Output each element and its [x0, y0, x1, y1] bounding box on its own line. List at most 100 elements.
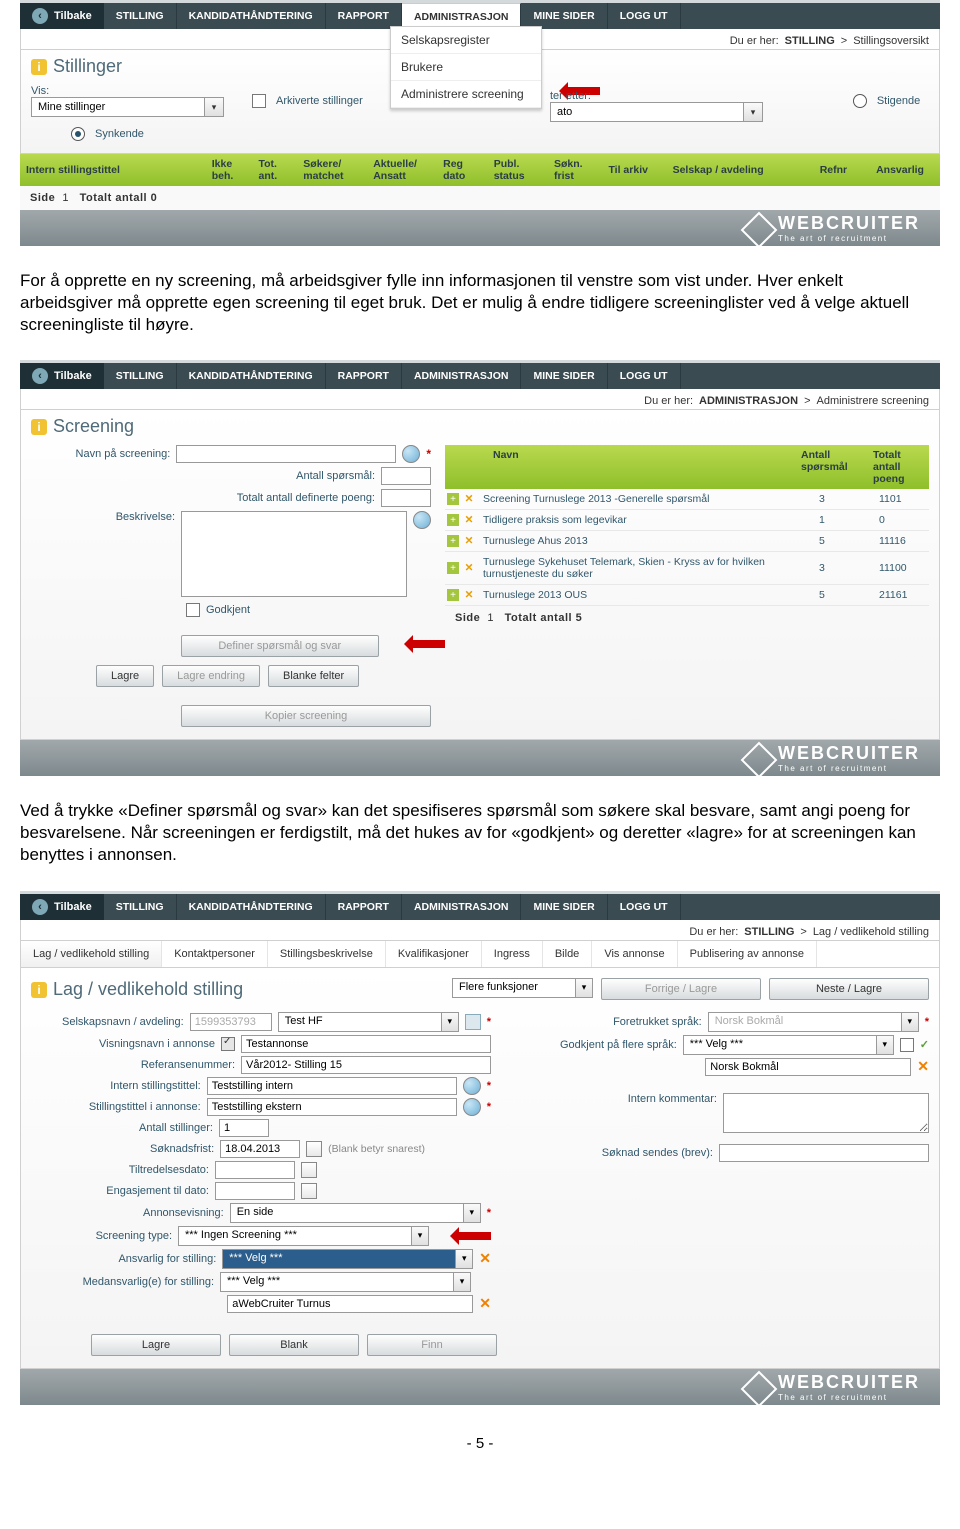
paragraph-2: Ved å trykke «Definer spørsmål og svar» … — [20, 800, 940, 866]
back-button-2[interactable]: ‹ Tilbake — [20, 363, 104, 389]
subtab-kontakt[interactable]: Kontaktpersoner — [162, 941, 268, 967]
definer-button[interactable]: Definer spørsmål og svar — [181, 635, 379, 657]
stigende-radio[interactable] — [853, 94, 867, 108]
tree-icon[interactable] — [465, 1014, 481, 1030]
delete-icon[interactable]: ✕ — [463, 589, 475, 601]
calendar-icon[interactable] — [301, 1162, 317, 1178]
synkende-radio[interactable] — [71, 127, 85, 141]
screening-type-select[interactable]: ▾ — [178, 1226, 429, 1246]
table-row[interactable]: +✕Turnuslege Sykehuset Telemark, Skien -… — [445, 552, 929, 585]
back-button-3[interactable]: ‹ Tilbake — [20, 894, 104, 920]
flere-funksjoner-select[interactable]: ▾ — [452, 978, 593, 998]
menu-logg-ut[interactable]: LOGG UT — [608, 894, 681, 920]
subtab-publisering[interactable]: Publisering av annonse — [678, 941, 817, 967]
subtab-kvalifikasjoner[interactable]: Kvalifikasjoner — [386, 941, 482, 967]
vis-select[interactable]: ▾ — [31, 97, 224, 117]
godkjent-sprak-chk[interactable] — [900, 1038, 914, 1052]
menu-kandidat[interactable]: KANDIDATHÅNDTERING — [177, 363, 326, 389]
delete-icon[interactable]: ✕ — [463, 514, 475, 526]
tiltredelse-input[interactable] — [215, 1161, 295, 1179]
arkiverte-checkbox[interactable] — [252, 94, 266, 108]
delete-icon[interactable]: ✕ — [463, 562, 475, 574]
globe-icon[interactable] — [402, 445, 420, 463]
menu-stilling[interactable]: STILLING — [104, 894, 177, 920]
sprak-select[interactable]: ▾ — [708, 1012, 919, 1032]
poeng-input[interactable] — [381, 489, 431, 507]
table-row[interactable]: +✕Turnuslege Ahus 2013511116 — [445, 531, 929, 552]
menu-rapport[interactable]: RAPPORT — [326, 894, 402, 920]
menu-stilling[interactable]: STILLING — [104, 3, 177, 29]
info-icon: i — [31, 59, 47, 75]
dd-admin-screening[interactable]: Administrere screening — [391, 81, 541, 108]
annonsevisning-select[interactable]: ▾ — [230, 1203, 481, 1223]
visnavn-checkbox[interactable]: ✓ — [221, 1037, 235, 1051]
intern-tittel-input[interactable] — [207, 1077, 457, 1095]
subtab-lag[interactable]: Lag / vedlikehold stilling — [21, 941, 162, 967]
menu-admin[interactable]: ADMINISTRASJON — [402, 363, 522, 389]
delete-icon[interactable]: ✕ — [463, 493, 475, 505]
table-row[interactable]: +✕Screening Turnuslege 2013 -Generelle s… — [445, 489, 929, 510]
antall-stillinger-input[interactable] — [219, 1119, 269, 1137]
annonse-tittel-input[interactable] — [207, 1098, 457, 1116]
filter-select[interactable]: ▾ — [550, 102, 763, 122]
plus-icon[interactable]: + — [447, 589, 459, 601]
globe-icon[interactable] — [463, 1077, 481, 1095]
subtab-ingress[interactable]: Ingress — [482, 941, 543, 967]
menu-mine-sider[interactable]: MINE SIDER — [521, 894, 607, 920]
table-row[interactable]: +✕Turnuslege 2013 OUS521161 — [445, 585, 929, 606]
dd-selskap[interactable]: Selskapsregister — [391, 27, 541, 54]
calendar-icon[interactable] — [301, 1183, 317, 1199]
logo-icon — [741, 1370, 778, 1407]
menu-admin[interactable]: ADMINISTRASJON — [402, 894, 522, 920]
menu-logg-ut[interactable]: LOGG UT — [608, 3, 681, 29]
globe-icon[interactable] — [463, 1098, 481, 1116]
blanke-button[interactable]: Blanke felter — [268, 665, 359, 687]
forrige-lagre-button[interactable]: Forrige / Lagre — [601, 978, 761, 1000]
table-row[interactable]: +✕Tidligere praksis som legevikar10 — [445, 510, 929, 531]
footer-3: WEBCRUITER The art of recruitment — [20, 1369, 940, 1405]
menu-rapport[interactable]: RAPPORT — [326, 363, 402, 389]
globe-icon[interactable] — [413, 511, 431, 529]
menu-mine-sider[interactable]: MINE SIDER — [521, 363, 607, 389]
plus-icon[interactable]: + — [447, 562, 459, 574]
menu-kandidat[interactable]: KANDIDATHÅNDTERING — [177, 3, 326, 29]
engasjement-input[interactable] — [215, 1182, 295, 1200]
lagre-button[interactable]: Lagre — [96, 665, 154, 687]
beskrivelse-input[interactable] — [181, 511, 407, 597]
finn-button[interactable]: Finn — [367, 1334, 497, 1356]
navn-input[interactable] — [176, 445, 396, 463]
plus-icon[interactable]: + — [447, 493, 459, 505]
menu-stilling[interactable]: STILLING — [104, 363, 177, 389]
soknadsfrist-input[interactable] — [220, 1140, 300, 1158]
back-button[interactable]: ‹ Tilbake — [20, 3, 104, 29]
delete-icon[interactable]: ✕ — [479, 1250, 491, 1267]
selskap-select[interactable]: ▾ — [278, 1012, 459, 1032]
menu-logg-ut[interactable]: LOGG UT — [608, 363, 681, 389]
plus-icon[interactable]: + — [447, 514, 459, 526]
plus-icon[interactable]: + — [447, 535, 459, 547]
delete-icon[interactable]: ✕ — [479, 1295, 491, 1312]
soknad-brev-input[interactable] — [719, 1144, 929, 1162]
medansvarlig-select[interactable]: ▾ — [220, 1272, 471, 1292]
lagre-button[interactable]: Lagre — [91, 1334, 221, 1356]
dd-brukere[interactable]: Brukere — [391, 54, 541, 81]
menu-kandidat[interactable]: KANDIDATHÅNDTERING — [177, 894, 326, 920]
delete-icon[interactable]: ✕ — [463, 535, 475, 547]
blank-button[interactable]: Blank — [229, 1334, 359, 1356]
godkjent-sprak-select[interactable]: ▾ — [683, 1035, 894, 1055]
lagre-endring-button[interactable]: Lagre endring — [162, 665, 260, 687]
neste-lagre-button[interactable]: Neste / Lagre — [769, 978, 929, 1000]
godkjent-checkbox[interactable] — [186, 603, 200, 617]
kopier-button[interactable]: Kopier screening — [181, 705, 431, 727]
kommentar-input[interactable] — [723, 1093, 929, 1133]
delete-icon[interactable]: ✕ — [917, 1058, 929, 1075]
subtab-visannonse[interactable]: Vis annonse — [592, 941, 677, 967]
subtab-bilde[interactable]: Bilde — [543, 941, 592, 967]
visnavn-input[interactable] — [241, 1035, 491, 1053]
refnr-input[interactable] — [241, 1056, 491, 1074]
subtab-beskrivelse[interactable]: Stillingsbeskrivelse — [268, 941, 386, 967]
antall-input[interactable] — [381, 467, 431, 485]
arkiverte-label: Arkiverte stillinger — [276, 95, 363, 107]
calendar-icon[interactable] — [306, 1141, 322, 1157]
ansvarlig-select[interactable]: ▾ — [222, 1249, 473, 1269]
